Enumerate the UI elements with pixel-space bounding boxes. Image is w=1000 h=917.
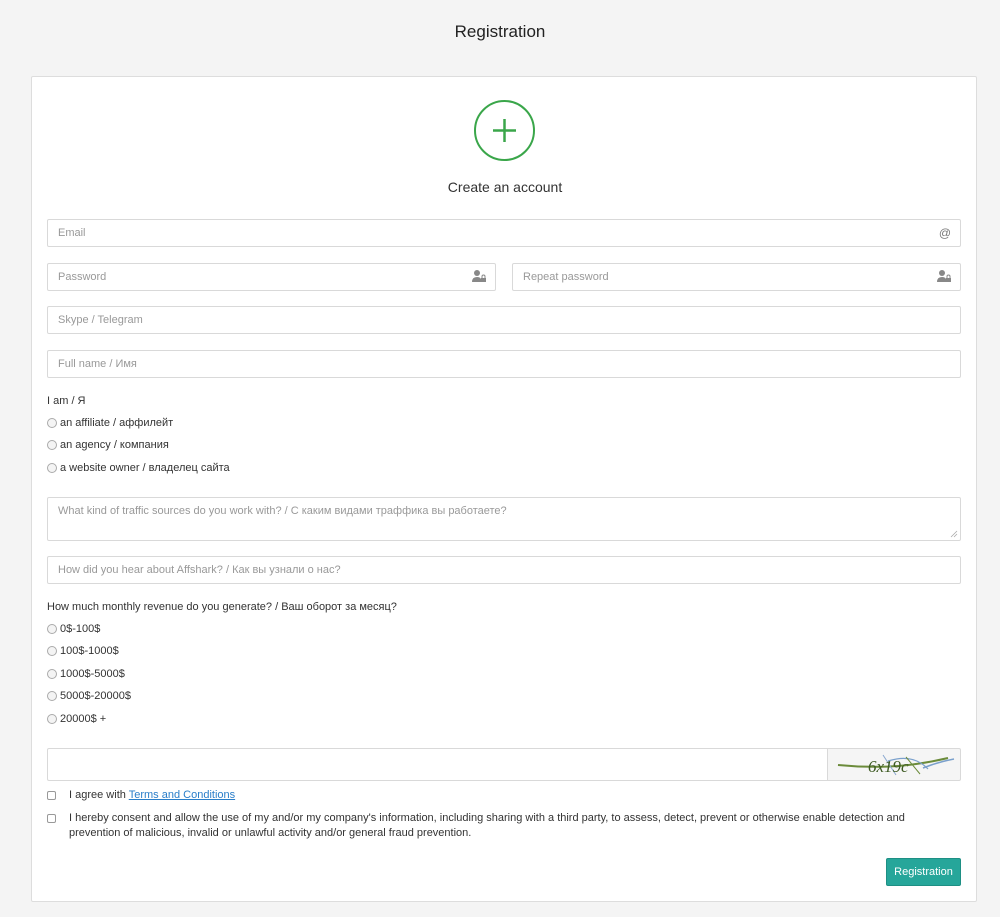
full-name-field[interactable] — [48, 351, 960, 377]
terms-checkbox[interactable] — [47, 791, 56, 800]
role-label: I am / Я — [47, 395, 86, 407]
user-lock-icon — [937, 269, 951, 286]
plus-circle-icon — [474, 100, 535, 161]
form-subtitle: Create an account — [447, 179, 563, 195]
role-option[interactable]: an agency / компания — [47, 438, 169, 452]
registration-button[interactable]: Registration — [886, 858, 961, 886]
role-option-label: an agency / компания — [60, 439, 169, 451]
role-option[interactable]: an affiliate / аффилейт — [47, 416, 173, 430]
terms-text: I agree with Terms and Conditions — [69, 788, 235, 803]
captcha-image: 6x19c — [827, 748, 961, 781]
revenue-radio[interactable] — [47, 714, 57, 724]
consent-text: I hereby consent and allow the use of my… — [69, 812, 905, 839]
email-field[interactable] — [48, 220, 960, 246]
repeat-password-field-wrapper — [512, 263, 961, 291]
revenue-option-label: 1000$-5000$ — [60, 668, 125, 680]
role-radio[interactable] — [47, 418, 57, 428]
revenue-option-label: 0$-100$ — [60, 623, 101, 635]
terms-prefix: I agree with — [69, 789, 129, 801]
messenger-field-wrapper — [47, 306, 961, 334]
captcha-input-wrapper — [47, 748, 828, 781]
password-field[interactable] — [48, 264, 495, 290]
consent-checkbox[interactable] — [47, 814, 56, 823]
revenue-option[interactable]: 100$-1000$ — [47, 644, 119, 658]
page-title: Registration — [454, 22, 546, 41]
revenue-option[interactable]: 0$-100$ — [47, 622, 100, 636]
at-sign-icon: @ — [938, 226, 951, 240]
revenue-option-label: 5000$-20000$ — [60, 690, 131, 702]
user-lock-icon — [472, 269, 486, 286]
full-name-field-wrapper — [47, 350, 961, 378]
revenue-option[interactable]: 1000$-5000$ — [47, 667, 125, 681]
referral-source-field[interactable] — [48, 557, 960, 583]
traffic-sources-textarea[interactable] — [48, 498, 960, 540]
traffic-sources-wrapper — [47, 497, 961, 541]
password-field-wrapper — [47, 263, 496, 291]
revenue-label: How much monthly revenue do you generate… — [47, 601, 397, 613]
email-field-wrapper: @ — [47, 219, 961, 247]
resize-grip-icon[interactable] — [950, 530, 958, 538]
messenger-field[interactable] — [48, 307, 960, 333]
role-radio[interactable] — [47, 440, 57, 450]
revenue-option[interactable]: 20000$ + — [47, 712, 106, 726]
revenue-option[interactable]: 5000$-20000$ — [47, 689, 131, 703]
revenue-radio[interactable] — [47, 624, 57, 634]
revenue-radio[interactable] — [47, 669, 57, 679]
revenue-option-label: 20000$ + — [60, 713, 107, 725]
revenue-option-label: 100$-1000$ — [60, 645, 119, 657]
captcha-input[interactable] — [48, 749, 828, 780]
repeat-password-field[interactable] — [513, 264, 960, 290]
revenue-radio[interactable] — [47, 691, 57, 701]
referral-field-wrapper — [47, 556, 961, 584]
revenue-radio[interactable] — [47, 646, 57, 656]
role-option-label: an affiliate / аффилейт — [60, 417, 174, 429]
captcha-text: 6x19c — [868, 757, 909, 776]
role-option-label: a website owner / владелец сайта — [60, 462, 230, 474]
registration-card: Create an account @ — [31, 76, 977, 902]
role-radio[interactable] — [47, 463, 57, 473]
role-option[interactable]: a website owner / владелец сайта — [47, 461, 230, 475]
terms-link[interactable]: Terms and Conditions — [129, 789, 235, 801]
